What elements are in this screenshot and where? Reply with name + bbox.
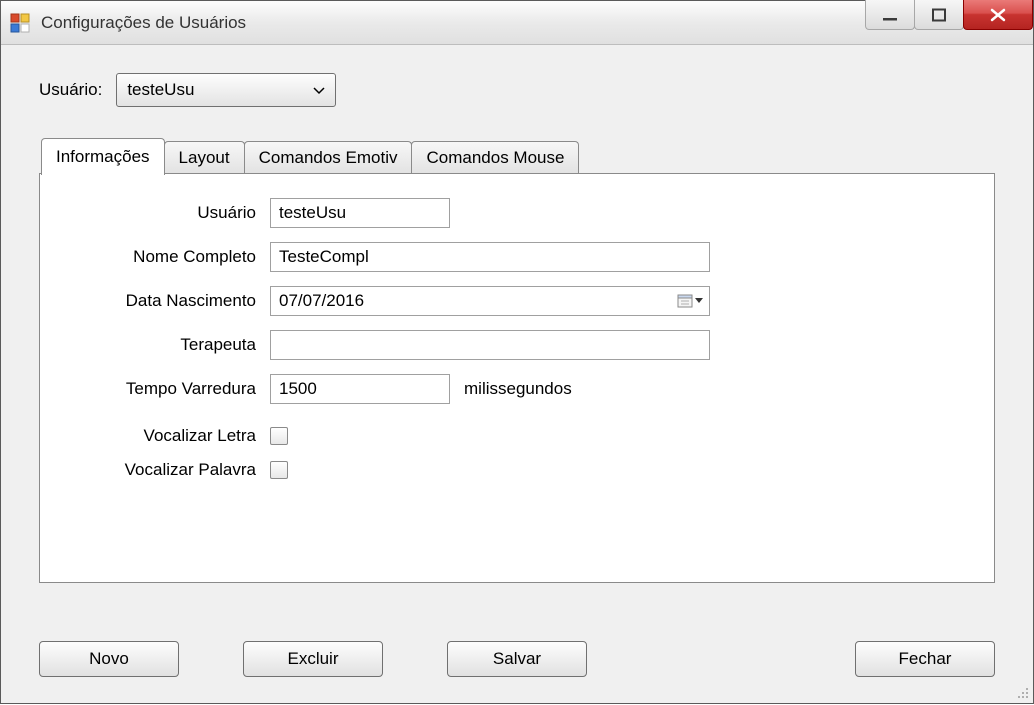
- user-selector-value: testeUsu: [127, 80, 194, 100]
- row-nome-completo: Nome Completo: [70, 242, 964, 272]
- input-data-nascimento[interactable]: 07/07/2016: [270, 286, 710, 316]
- button-row: Novo Excluir Salvar Fechar: [39, 641, 995, 677]
- tab-informacoes[interactable]: Informações: [41, 138, 165, 175]
- close-button[interactable]: [963, 0, 1033, 30]
- tab-comandos-emotiv[interactable]: Comandos Emotiv: [244, 141, 413, 174]
- user-selector-combo[interactable]: testeUsu: [116, 73, 336, 107]
- client-area: Usuário: testeUsu Informações Layout Com…: [1, 45, 1033, 703]
- data-nascimento-value: 07/07/2016: [279, 291, 364, 311]
- tab-layout[interactable]: Layout: [164, 141, 245, 174]
- row-tempo-varredura: Tempo Varredura milissegundos: [70, 374, 964, 404]
- unit-milissegundos: milissegundos: [464, 379, 572, 399]
- salvar-button[interactable]: Salvar: [447, 641, 587, 677]
- novo-button[interactable]: Novo: [39, 641, 179, 677]
- calendar-icon: [677, 293, 703, 309]
- titlebar: Configurações de Usuários: [1, 1, 1033, 45]
- label-usuario: Usuário: [70, 203, 270, 223]
- input-nome-completo[interactable]: [270, 242, 710, 272]
- resize-grip-icon[interactable]: [1014, 684, 1030, 700]
- label-tempo-varredura: Tempo Varredura: [70, 379, 270, 399]
- tabs: Informações Layout Comandos Emotiv Coman…: [39, 137, 995, 583]
- input-terapeuta[interactable]: [270, 330, 710, 360]
- user-selector-label: Usuário:: [39, 80, 102, 100]
- row-usuario: Usuário: [70, 198, 964, 228]
- user-selector-row: Usuário: testeUsu: [39, 73, 1003, 107]
- window-title: Configurações de Usuários: [41, 13, 246, 33]
- label-vocalizar-palavra: Vocalizar Palavra: [70, 460, 270, 480]
- row-data-nascimento: Data Nascimento 07/07/2016: [70, 286, 964, 316]
- app-icon: [9, 12, 31, 34]
- row-vocalizar-letra: Vocalizar Letra: [70, 426, 964, 446]
- label-data-nascimento: Data Nascimento: [70, 291, 270, 311]
- row-terapeuta: Terapeuta: [70, 330, 964, 360]
- tab-body-informacoes: Usuário Nome Completo Data Nascimento 07…: [39, 173, 995, 583]
- tab-strip: Informações Layout Comandos Emotiv Coman…: [39, 137, 995, 174]
- input-tempo-varredura[interactable]: [270, 374, 450, 404]
- row-vocalizar-palavra: Vocalizar Palavra: [70, 460, 964, 480]
- checkbox-vocalizar-letra[interactable]: [270, 427, 288, 445]
- checkbox-vocalizar-palavra[interactable]: [270, 461, 288, 479]
- minimize-button[interactable]: [865, 0, 915, 30]
- label-nome-completo: Nome Completo: [70, 247, 270, 267]
- input-usuario[interactable]: [270, 198, 450, 228]
- fechar-button[interactable]: Fechar: [855, 641, 995, 677]
- window-controls: [866, 0, 1033, 30]
- window: Configurações de Usuários Usuário: teste…: [0, 0, 1034, 704]
- chevron-down-icon: [313, 80, 325, 100]
- maximize-button[interactable]: [914, 0, 964, 30]
- label-terapeuta: Terapeuta: [70, 335, 270, 355]
- excluir-button[interactable]: Excluir: [243, 641, 383, 677]
- label-vocalizar-letra: Vocalizar Letra: [70, 426, 270, 446]
- tab-comandos-mouse[interactable]: Comandos Mouse: [411, 141, 579, 174]
